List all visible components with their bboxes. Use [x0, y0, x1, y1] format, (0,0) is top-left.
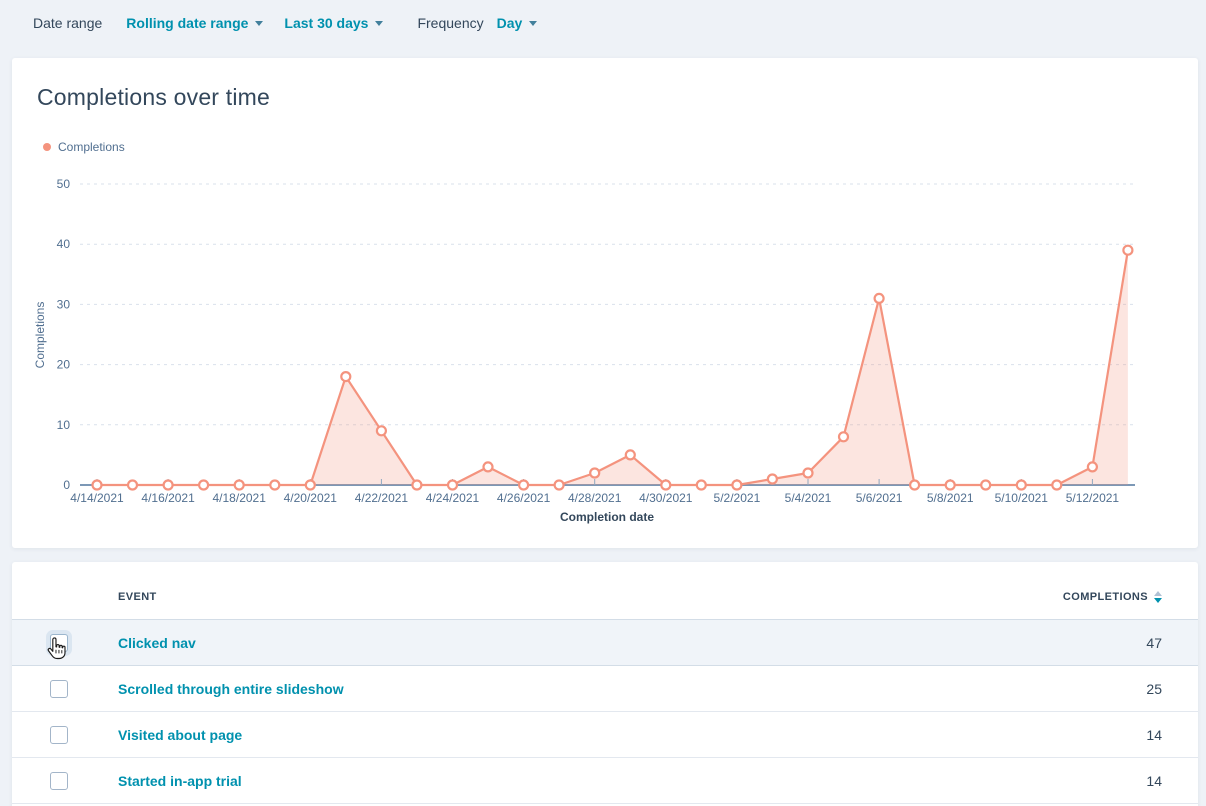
- data-point[interactable]: [1017, 481, 1026, 490]
- row-checkbox[interactable]: [50, 680, 68, 698]
- data-point[interactable]: [590, 469, 599, 478]
- svg-text:10: 10: [57, 418, 71, 432]
- data-point[interactable]: [768, 475, 777, 484]
- svg-text:20: 20: [57, 358, 71, 372]
- svg-text:Completion date: Completion date: [560, 510, 654, 524]
- completions-value: 25: [1146, 681, 1162, 697]
- svg-text:30: 30: [57, 297, 71, 311]
- data-point[interactable]: [981, 481, 990, 490]
- data-point[interactable]: [128, 481, 137, 490]
- svg-text:4/24/2021: 4/24/2021: [426, 491, 480, 505]
- data-point[interactable]: [412, 481, 421, 490]
- date-range-value-dropdown[interactable]: Last 30 days: [284, 15, 383, 31]
- data-point[interactable]: [1123, 246, 1132, 255]
- svg-text:5/10/2021: 5/10/2021: [995, 491, 1049, 505]
- column-header-event: EVENT: [118, 591, 157, 603]
- data-point[interactable]: [697, 481, 706, 490]
- event-link[interactable]: Scrolled through entire slideshow: [118, 681, 344, 697]
- svg-text:4/18/2021: 4/18/2021: [213, 491, 267, 505]
- chevron-down-icon: [255, 21, 263, 26]
- event-link[interactable]: Started in-app trial: [118, 773, 242, 789]
- data-point[interactable]: [1088, 462, 1097, 471]
- data-point[interactable]: [1052, 481, 1061, 490]
- row-checkbox[interactable]: [50, 726, 68, 744]
- svg-text:Completions: Completions: [33, 302, 47, 369]
- event-link[interactable]: Clicked nav: [118, 635, 196, 651]
- data-point[interactable]: [626, 450, 635, 459]
- date-range-toolbar: Date range Rolling date range Last 30 da…: [0, 0, 1206, 46]
- data-point[interactable]: [946, 481, 955, 490]
- table-row: Scrolled through entire slideshow 25: [12, 666, 1198, 712]
- completions-value: 14: [1146, 773, 1162, 789]
- frequency-dropdown[interactable]: Day: [497, 15, 538, 31]
- completions-area-chart: 0 10 20 30 40 50 Completions 4/14/2021 4/16/2021…: [12, 58, 1198, 536]
- chevron-down-icon: [529, 21, 537, 26]
- svg-text:4/30/2021: 4/30/2021: [639, 491, 693, 505]
- chevron-down-icon: [375, 21, 383, 26]
- svg-text:5/8/2021: 5/8/2021: [927, 491, 974, 505]
- data-point[interactable]: [519, 481, 528, 490]
- data-point[interactable]: [270, 481, 279, 490]
- data-point[interactable]: [839, 432, 848, 441]
- svg-text:5/4/2021: 5/4/2021: [785, 491, 832, 505]
- data-point[interactable]: [804, 469, 813, 478]
- svg-text:50: 50: [57, 177, 71, 191]
- date-range-label: Date range: [33, 15, 102, 31]
- frequency-label: Frequency: [417, 15, 483, 31]
- data-point[interactable]: [661, 481, 670, 490]
- table-row: Started in-app trial 14: [12, 758, 1198, 804]
- svg-text:40: 40: [57, 237, 71, 251]
- data-point[interactable]: [164, 481, 173, 490]
- data-point[interactable]: [910, 481, 919, 490]
- svg-text:5/2/2021: 5/2/2021: [714, 491, 761, 505]
- svg-text:4/22/2021: 4/22/2021: [355, 491, 409, 505]
- sort-desc-icon: [1154, 591, 1162, 603]
- data-point[interactable]: [377, 426, 386, 435]
- svg-text:4/28/2021: 4/28/2021: [568, 491, 622, 505]
- table-header: EVENT COMPLETIONS: [12, 562, 1198, 620]
- data-point[interactable]: [235, 481, 244, 490]
- completions-value: 47: [1146, 635, 1162, 651]
- data-point[interactable]: [555, 481, 564, 490]
- row-checkbox[interactable]: [50, 634, 68, 652]
- event-link[interactable]: Visited about page: [118, 727, 242, 743]
- data-point[interactable]: [93, 481, 102, 490]
- table-row: Clicked nav 47: [12, 620, 1198, 666]
- svg-text:0: 0: [63, 478, 70, 492]
- data-point[interactable]: [306, 481, 315, 490]
- row-checkbox[interactable]: [50, 772, 68, 790]
- svg-text:4/16/2021: 4/16/2021: [141, 491, 195, 505]
- data-point[interactable]: [875, 294, 884, 303]
- column-header-completions[interactable]: COMPLETIONS: [1063, 591, 1162, 603]
- data-point[interactable]: [341, 372, 350, 381]
- svg-text:4/20/2021: 4/20/2021: [284, 491, 338, 505]
- completions-chart-card: Completions over time Completions 010203…: [12, 58, 1198, 548]
- table-body: Clicked nav 47 Scrolled through entire s…: [12, 620, 1198, 804]
- data-point[interactable]: [199, 481, 208, 490]
- data-point[interactable]: [484, 462, 493, 471]
- rolling-date-range-dropdown[interactable]: Rolling date range: [126, 15, 263, 31]
- table-row: Visited about page 14: [12, 712, 1198, 758]
- data-point[interactable]: [732, 481, 741, 490]
- svg-text:5/6/2021: 5/6/2021: [856, 491, 903, 505]
- svg-text:4/14/2021: 4/14/2021: [70, 491, 124, 505]
- svg-text:4/26/2021: 4/26/2021: [497, 491, 551, 505]
- svg-text:5/12/2021: 5/12/2021: [1066, 491, 1120, 505]
- data-point[interactable]: [448, 481, 457, 490]
- completions-value: 14: [1146, 727, 1162, 743]
- events-table-card: EVENT COMPLETIONS Clicked nav 47 Scrolle…: [12, 562, 1198, 806]
